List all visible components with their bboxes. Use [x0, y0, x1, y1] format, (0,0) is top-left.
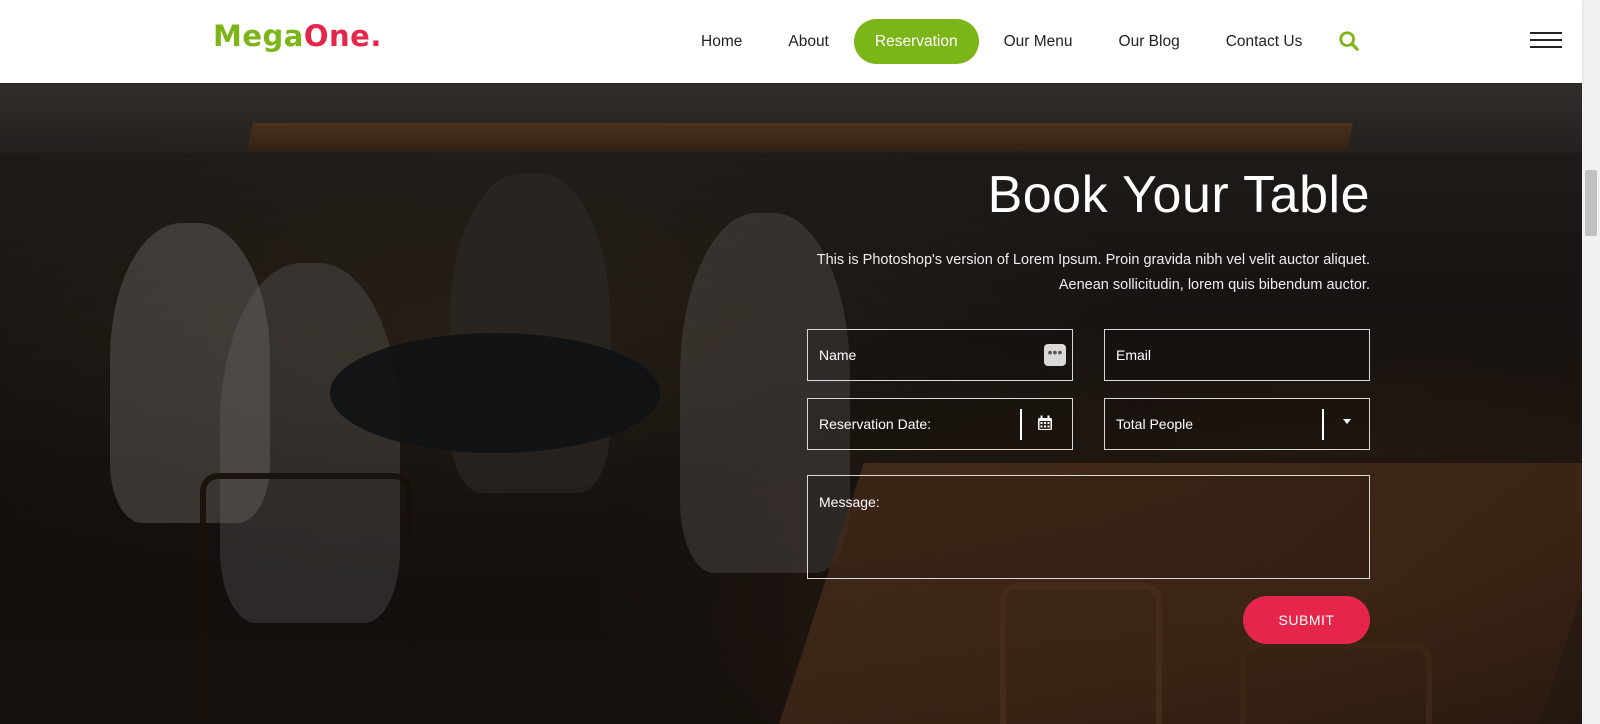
menu-bar	[1530, 32, 1562, 34]
email-input[interactable]: Email	[1104, 329, 1370, 381]
menu-bar	[1530, 46, 1562, 48]
subtitle-line-2: Aenean sollicitudin, lorem quis bibendum…	[1058, 277, 1370, 293]
calendar-icon[interactable]	[1037, 415, 1053, 431]
logo-text-mega: Mega	[213, 19, 304, 53]
email-placeholder: Email	[1116, 347, 1152, 363]
name-input[interactable]: Name •••	[807, 329, 1073, 381]
people-placeholder: Total People	[1116, 416, 1194, 432]
logo-text-one: One.	[303, 19, 382, 53]
subtitle-line-1: This is Photoshop's version of Lorem Ips…	[816, 252, 1370, 268]
nav-item-home[interactable]: Home	[680, 19, 763, 64]
nav-item-contact-us[interactable]: Contact Us	[1205, 19, 1324, 64]
site-header: MegaOne. Home About Reservation Our Menu…	[0, 0, 1582, 83]
submit-button[interactable]: SUBMIT	[1243, 596, 1370, 644]
reservation-date-input[interactable]: Reservation Date:	[807, 398, 1073, 450]
page-title: Book Your Table	[987, 166, 1370, 224]
page-scrollbar[interactable]	[1582, 0, 1600, 724]
menu-bar	[1530, 39, 1562, 41]
total-people-select[interactable]: Total People	[1104, 398, 1370, 450]
nav-item-our-menu[interactable]: Our Menu	[983, 19, 1094, 64]
logo[interactable]: MegaOne.	[213, 19, 382, 53]
date-placeholder: Reservation Date:	[819, 416, 932, 432]
message-placeholder: Message:	[819, 494, 880, 510]
page-subtitle: This is Photoshop's version of Lorem Ips…	[790, 248, 1370, 298]
chevron-down-icon[interactable]	[1343, 419, 1351, 424]
message-textarea[interactable]: Message:	[807, 475, 1370, 579]
hamburger-menu-icon[interactable]	[1530, 32, 1562, 52]
nav-item-our-blog[interactable]: Our Blog	[1098, 19, 1201, 64]
divider	[1020, 409, 1022, 440]
nav-item-reservation[interactable]: Reservation	[853, 19, 979, 64]
search-icon[interactable]	[1338, 30, 1360, 52]
nav-item-about[interactable]: About	[767, 19, 850, 64]
autofill-dots-icon[interactable]: •••	[1044, 344, 1066, 366]
name-placeholder: Name	[819, 347, 857, 363]
main-nav: Home About Reservation Our Menu Our Blog…	[680, 19, 1327, 64]
divider	[1322, 409, 1324, 440]
scrollbar-thumb[interactable]	[1585, 170, 1597, 236]
